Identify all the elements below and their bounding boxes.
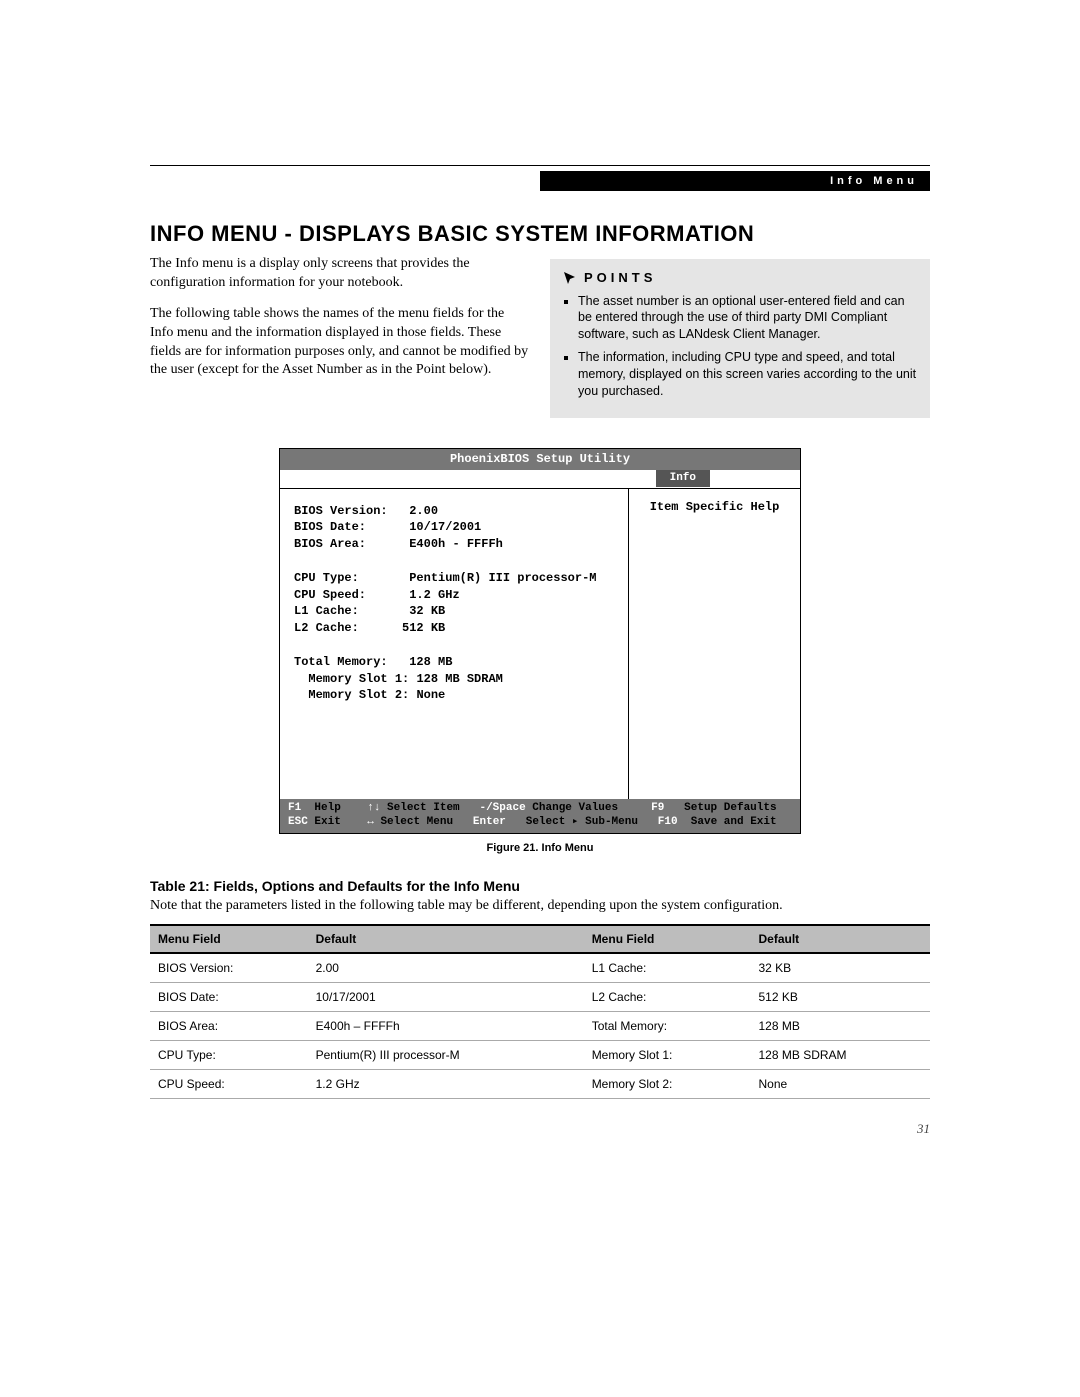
pointer-icon [562, 270, 578, 286]
intro-right: POINTS The asset number is an optional u… [550, 255, 930, 418]
points-item: The asset number is an optional user-ent… [578, 293, 918, 344]
intro-left: The Info menu is a display only screens … [150, 255, 530, 418]
bios-row: CPU Type: Pentium(R) III processor-M [294, 571, 596, 585]
page-title: INFO MENU - DISPLAYS BASIC SYSTEM INFORM… [150, 221, 930, 247]
table-row: BIOS Area:E400h – FFFFhTotal Memory:128 … [150, 1012, 930, 1041]
bios-help-panel: Item Specific Help [628, 489, 800, 799]
table-row: BIOS Date:10/17/2001L2 Cache:512 KB [150, 983, 930, 1012]
bios-row: BIOS Area: E400h - FFFFh [294, 537, 503, 551]
points-title: POINTS [584, 269, 656, 287]
table-row: BIOS Version:2.00L1 Cache:32 KB [150, 953, 930, 983]
bios-main-panel: BIOS Version: 2.00 BIOS Date: 10/17/2001… [280, 489, 628, 799]
bios-row: Memory Slot 2: None [294, 688, 445, 702]
page-container: Info Menu INFO MENU - DISPLAYS BASIC SYS… [0, 0, 1080, 1197]
fields-table: Menu Field Default Menu Field Default BI… [150, 924, 930, 1099]
intro-columns: The Info menu is a display only screens … [150, 255, 930, 418]
table-row: CPU Speed:1.2 GHzMemory Slot 2:None [150, 1070, 930, 1099]
intro-paragraph-2: The following table shows the names of t… [150, 305, 530, 381]
section-label: Info Menu [830, 171, 918, 191]
bios-row: Total Memory: 128 MB [294, 655, 452, 669]
table-header-row: Menu Field Default Menu Field Default [150, 925, 930, 953]
table-header: Default [751, 925, 931, 953]
table-row: CPU Type:Pentium(R) III processor-MMemor… [150, 1041, 930, 1070]
bios-row: L2 Cache: 512 KB [294, 621, 445, 635]
bios-tab-info: Info [656, 470, 710, 487]
table-header: Default [308, 925, 584, 953]
bios-footer-row-2: ESC Exit ↔ Select Menu Enter Select ▸ Su… [288, 815, 794, 830]
page-number: 31 [150, 1121, 930, 1137]
intro-paragraph-1: The Info menu is a display only screens … [150, 255, 530, 293]
bios-row: L1 Cache: 32 KB [294, 604, 445, 618]
table-caption: Table 21: Fields, Options and Defaults f… [150, 878, 930, 894]
points-box: POINTS The asset number is an optional u… [550, 259, 930, 418]
table-note: Note that the parameters listed in the f… [150, 898, 930, 914]
points-heading: POINTS [562, 269, 918, 287]
section-header-bar: Info Menu [540, 171, 930, 191]
points-list: The asset number is an optional user-ent… [562, 293, 918, 400]
table-header: Menu Field [584, 925, 751, 953]
figure-caption: Figure 21. Info Menu [150, 842, 930, 854]
bios-footer: F1 Help ↑↓ Select Item -/Space Change Va… [280, 799, 800, 834]
points-item: The information, including CPU type and … [578, 349, 918, 400]
bios-screen: PhoenixBIOS Setup Utility Info BIOS Vers… [279, 448, 801, 834]
bios-title-bar: PhoenixBIOS Setup Utility [280, 449, 800, 470]
top-rule [150, 165, 930, 166]
bios-row: BIOS Date: 10/17/2001 [294, 520, 481, 534]
bios-row: Memory Slot 1: 128 MB SDRAM [294, 672, 503, 686]
table-header: Menu Field [150, 925, 308, 953]
bios-footer-row-1: F1 Help ↑↓ Select Item -/Space Change Va… [288, 801, 794, 816]
bios-tab-row: Info [280, 470, 800, 489]
bios-body: BIOS Version: 2.00 BIOS Date: 10/17/2001… [280, 489, 800, 799]
bios-row: BIOS Version: 2.00 [294, 504, 438, 518]
bios-row: CPU Speed: 1.2 GHz [294, 588, 460, 602]
